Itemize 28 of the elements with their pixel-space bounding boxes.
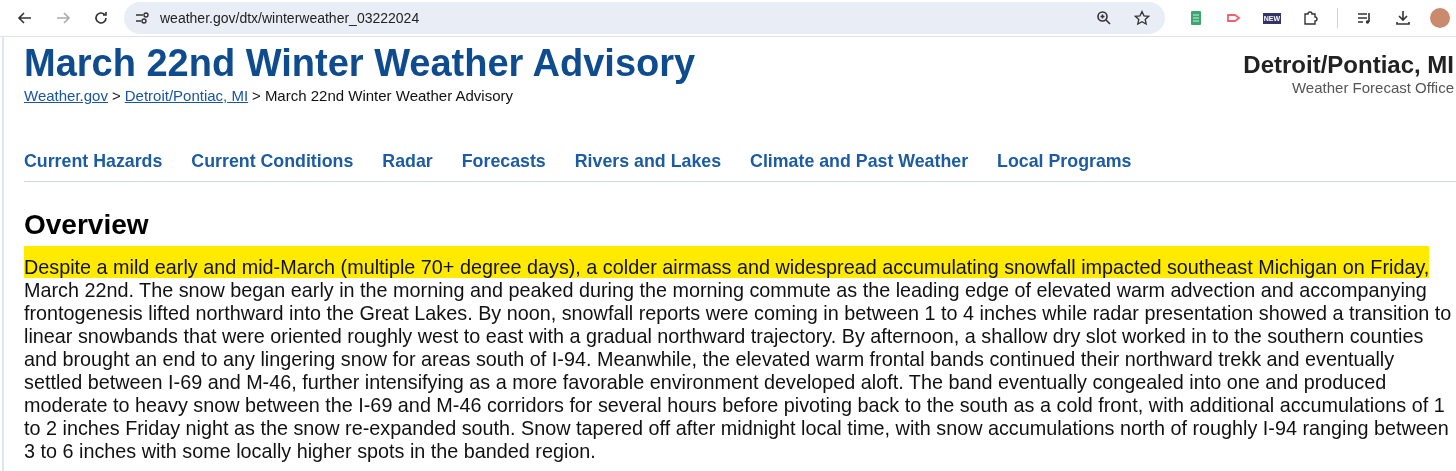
back-icon[interactable] (17, 10, 33, 26)
avatar-icon[interactable] (1430, 8, 1450, 28)
nav-link[interactable]: Current Hazards (24, 151, 163, 172)
nav-link[interactable]: Forecasts (461, 151, 546, 172)
section-heading: Overview (24, 208, 150, 242)
breadcrumb-current: March 22nd Winter Weather Advisory (264, 87, 514, 104)
breadcrumb-link[interactable]: Weather.gov (24, 87, 108, 104)
nav-link[interactable]: Current Conditions (191, 151, 354, 172)
nav-link[interactable]: Local Programs (997, 151, 1132, 172)
breadcrumb-separator: > (252, 87, 261, 104)
breadcrumb-link[interactable]: Detroit/Pontiac, MI (124, 87, 249, 104)
reload-icon[interactable] (93, 10, 109, 26)
download-icon[interactable] (1395, 10, 1411, 26)
office-subtitle: Weather Forecast Office (1291, 79, 1454, 96)
puzzle-icon[interactable] (1302, 10, 1319, 26)
zoom-icon[interactable] (1095, 10, 1112, 26)
page-title: March 22nd Winter Weather Advisory (24, 41, 696, 85)
nav-link[interactable]: Rivers and Lakes (574, 151, 722, 172)
url-text: weather.gov/dtx/winterweather_03222024 (160, 10, 420, 26)
office-name: Detroit/Pontiac, MI (1243, 51, 1454, 79)
media-icon[interactable] (1357, 10, 1373, 26)
star-icon[interactable] (1133, 10, 1150, 26)
site-settings-icon[interactable] (134, 10, 150, 26)
nav-link[interactable]: Radar (382, 151, 433, 172)
overview-paragraph: Despite a mild early and mid-March (multiple 70+ degree days), a colder airmass and widespread accumulating snowfall impacted southeast Michigan on Friday, March 22nd. The snow began early in the morning and peaked during the morning commute as the leading edge of elevated warm advection and accompanying frontogenesis lifted northward into the Great Lakes. By noon, snowfall reports were coming in between 1 to 4 inches while radar presentation showed a transition to linear snowbands that were oriented roughly west to east with a gradual northward trajectory. By afternoon, a shallow dry slot worked in to the southern counties and brought an end to any lingering snow for areas south of I-94. Meanwhile, the elevated warm frontal bands continued their northward trekk and eventually settled between I-69 and M-46, further intensifying as a more favorable environment developed aloft. The band eventually congealed into one and produced moderate to heavy snow between the I-69 and M-46 corridors for several hours before pivoting back to the south as a cold front, with additional accumulations of 1 to 2 inches Friday night as the snow re-expanded south. Snow tapered off after midnight local time, with snow accumulations north of roughly I-94 ranging between 3 to 6 inches with some locally higher spots in the banded region. (24, 256, 1452, 463)
nav-link[interactable]: Climate and Past Weather (750, 151, 969, 172)
breadcrumb-separator: > (111, 87, 121, 104)
address-bar[interactable]: weather.gov/dtx/winterweather_03222024 (124, 2, 1165, 34)
